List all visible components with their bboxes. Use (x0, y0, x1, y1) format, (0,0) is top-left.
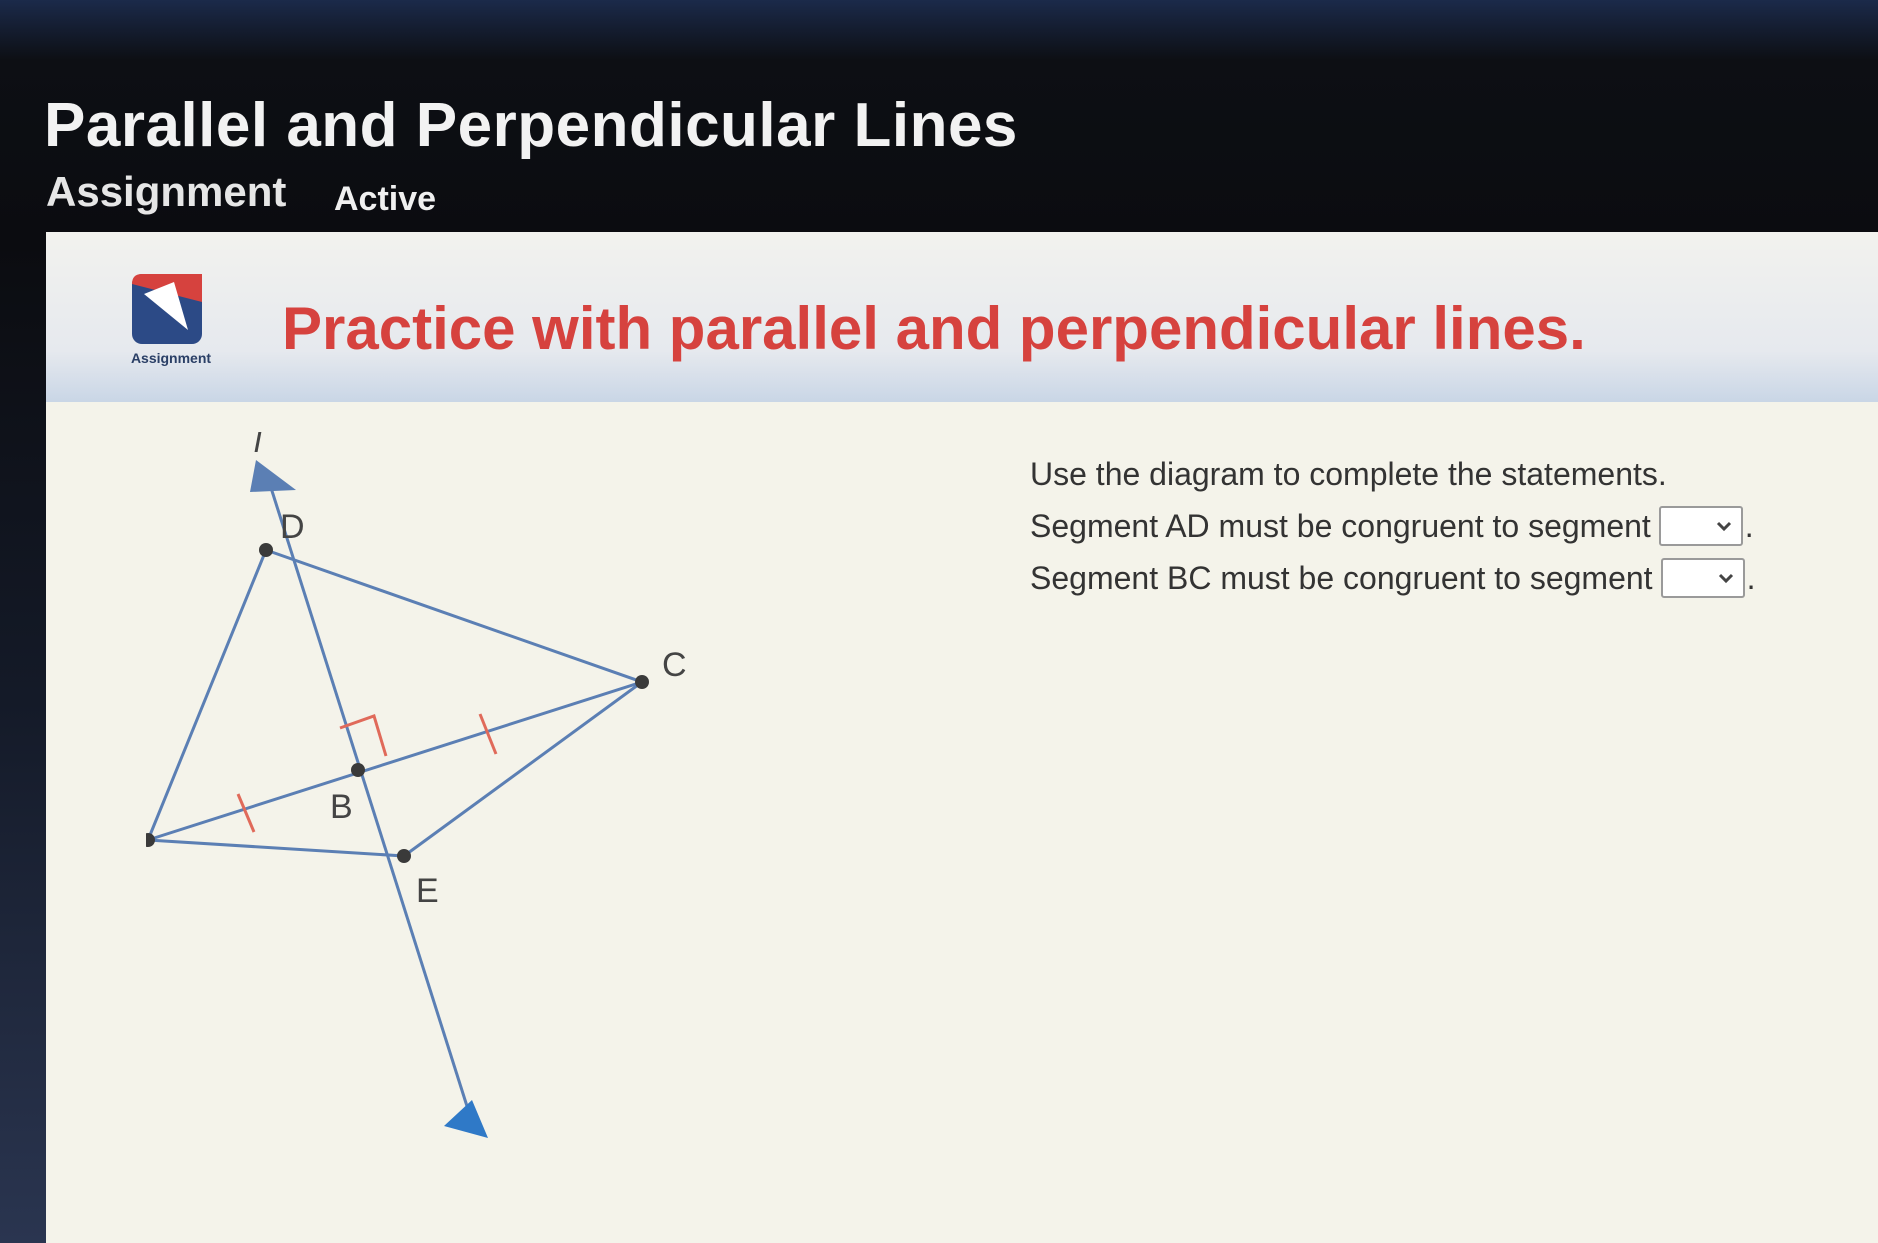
point-a (146, 833, 155, 847)
chevron-down-icon (1716, 521, 1731, 532)
section-title: Practice with parallel and perpendicular… (282, 295, 1586, 362)
answer-dropdown-1[interactable] (1658, 506, 1743, 546)
statement-1-period: . (1744, 507, 1754, 544)
point-c (635, 675, 649, 689)
segment-ad (146, 549, 268, 841)
arrowhead-down-icon (444, 1100, 488, 1138)
segment-ce (403, 680, 643, 858)
segment-ea (147, 838, 405, 858)
point-e-label: E (416, 872, 439, 910)
section-header: Assignment Practice with parallel and pe… (46, 232, 1878, 402)
segment-ac (147, 680, 643, 842)
tick-mark-ab (236, 793, 256, 833)
statement-2-text: Segment BC must be congruent to segment (1030, 560, 1653, 596)
point-b-label: B (330, 788, 353, 826)
geometry-diagram: l D C B A E (146, 432, 687, 1138)
point-e (397, 849, 411, 863)
content-panel: Assignment Practice with parallel and pe… (46, 232, 1878, 1243)
chevron-down-icon (1718, 573, 1733, 584)
statement-1-text: Segment AD must be congruent to segment (1030, 508, 1651, 544)
statement-1: Segment AD must be congruent to segment … (1030, 506, 1850, 546)
statement-2-period: . (1746, 559, 1756, 596)
segment-dc (265, 548, 643, 684)
instructions-prompt: Use the diagram to complete the statemen… (1030, 456, 1667, 492)
app-header: Parallel and Perpendicular Lines Assignm… (0, 0, 1878, 240)
instructions-panel: Use the diagram to complete the statemen… (1030, 454, 1850, 598)
assignment-type-label: Assignment (46, 168, 287, 215)
point-d (259, 543, 273, 557)
assignment-icon-label: Assignment (130, 350, 212, 366)
line-l-label: l (254, 432, 263, 460)
right-angle-mark (339, 714, 388, 757)
statement-2: Segment BC must be congruent to segment … (1030, 558, 1850, 598)
line-l (264, 471, 474, 1123)
assignment-icon (132, 274, 202, 344)
arrowhead-up-icon (250, 460, 296, 492)
point-d-label: D (280, 508, 305, 546)
page-title: Parallel and Perpendicular Lines (44, 91, 1018, 160)
point-b (351, 763, 365, 777)
status-badge: Active (334, 180, 437, 218)
answer-dropdown-2[interactable] (1660, 558, 1745, 598)
point-c-label: C (662, 646, 687, 684)
